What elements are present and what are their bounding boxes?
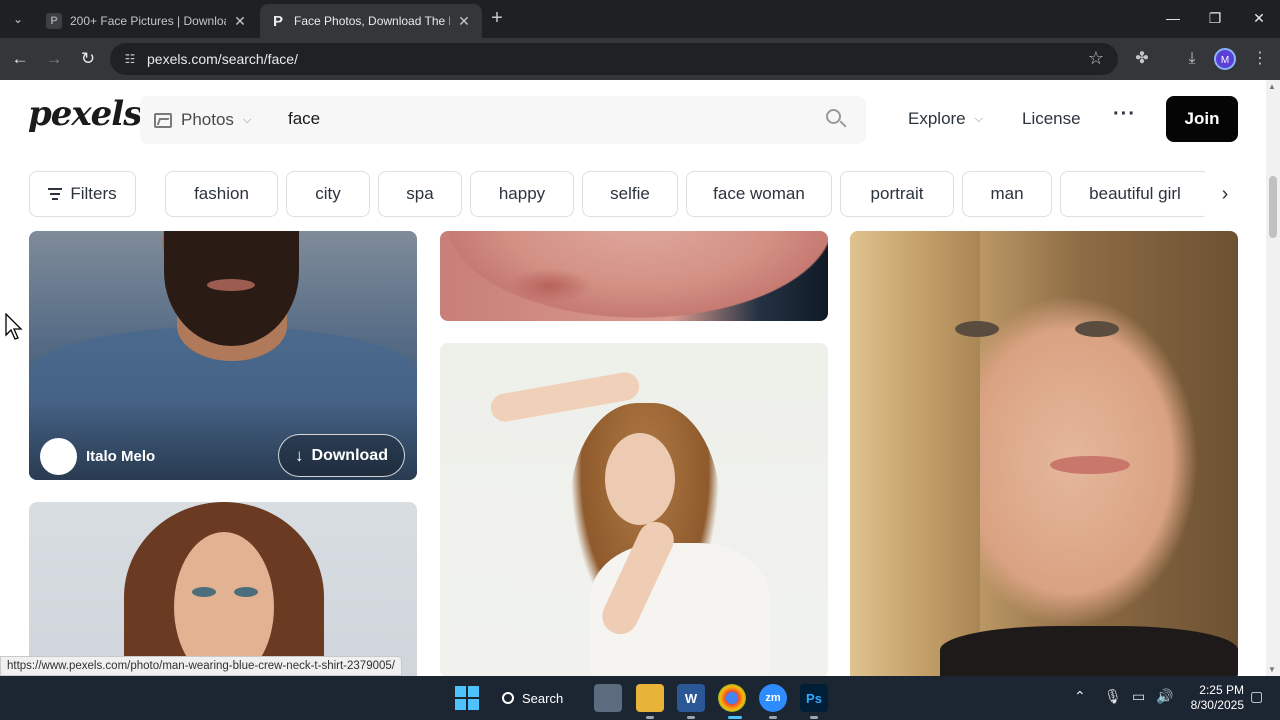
- chevron-down-icon: ⌵: [974, 112, 983, 125]
- system-clock[interactable]: 2:25 PM 8/30/2025: [1184, 683, 1244, 713]
- clock-date: 8/30/2025: [1190, 698, 1244, 712]
- tray-chevron-up-icon[interactable]: ⌃: [1074, 688, 1086, 705]
- search-type-dropdown[interactable]: Photos ⌵: [154, 96, 251, 144]
- explore-menu[interactable]: Explore ⌵: [908, 109, 983, 129]
- restore-icon[interactable]: ❐: [1200, 6, 1230, 30]
- close-tab-icon[interactable]: ✕: [456, 13, 472, 29]
- join-button[interactable]: Join: [1166, 96, 1238, 142]
- filters-label: Filters: [70, 184, 117, 203]
- close-window-icon[interactable]: ✕: [1244, 6, 1274, 30]
- minimize-icon[interactable]: —: [1158, 6, 1188, 30]
- tab-inactive[interactable]: P 200+ Face Pictures | Download ✕: [36, 4, 258, 38]
- tag-selfie[interactable]: selfie: [582, 171, 678, 217]
- tag-fashion[interactable]: fashion: [165, 171, 278, 217]
- windows-start-icon[interactable]: [455, 686, 479, 710]
- site-info-icon[interactable]: ☷: [122, 51, 138, 67]
- mouse-cursor-icon: [5, 313, 23, 340]
- chrome-icon[interactable]: [718, 684, 746, 712]
- address-bar[interactable]: ☷ pexels.com/search/face/ ☆: [110, 43, 1118, 75]
- forward-arrow-icon[interactable]: →: [42, 47, 66, 71]
- search-bar[interactable]: Photos ⌵ face: [140, 96, 866, 144]
- download-arrow-icon: ↓: [295, 445, 304, 465]
- url-text: pexels.com/search/face/: [147, 51, 298, 67]
- pexels-favicon-icon: P: [272, 12, 283, 30]
- browser-tab-strip: ⌄ P 200+ Face Pictures | Download ✕ P Fa…: [0, 0, 1280, 38]
- tag-beautiful-girl[interactable]: beautiful girl: [1060, 171, 1205, 217]
- photoshop-icon[interactable]: Ps: [800, 684, 828, 712]
- tag-spa[interactable]: spa: [378, 171, 462, 217]
- tag-man[interactable]: man: [962, 171, 1052, 217]
- taskbar-search[interactable]: Search: [502, 686, 563, 710]
- windows-taskbar: Search W zm Ps ⌃ 🎙 ▭ 🔊 2:25 PM 8/30/2025…: [0, 676, 1280, 720]
- clock-time: 2:25 PM: [1199, 683, 1244, 697]
- browser-toolbar: ← → ↻ ☷ pexels.com/search/face/ ☆ ✤ ⤓ ⋮: [0, 38, 1280, 80]
- profile-avatar[interactable]: M: [1214, 48, 1236, 70]
- license-link[interactable]: License: [1022, 109, 1081, 129]
- tab-title: 200+ Face Pictures | Download: [70, 14, 226, 28]
- zoom-icon[interactable]: zm: [759, 684, 787, 712]
- chevron-down-icon: ⌵: [242, 113, 252, 126]
- volume-icon[interactable]: 🔊: [1156, 688, 1173, 705]
- more-options-icon[interactable]: ···: [1113, 103, 1136, 126]
- taskbar-search-label: Search: [522, 690, 564, 706]
- photo-card[interactable]: [850, 231, 1238, 676]
- scroll-up-icon[interactable]: ▲: [1268, 82, 1276, 91]
- photo-card[interactable]: [440, 231, 828, 321]
- author-name[interactable]: Italo Melo: [86, 448, 155, 465]
- image-icon: [154, 112, 172, 128]
- close-tab-icon[interactable]: ✕: [232, 13, 248, 29]
- explore-label: Explore: [908, 109, 966, 128]
- task-view-icon[interactable]: [594, 684, 622, 712]
- filter-icon: [48, 188, 63, 200]
- tab-search-chevron-icon[interactable]: ⌄: [6, 7, 30, 31]
- photo-card[interactable]: [440, 343, 828, 676]
- tag-city[interactable]: city: [286, 171, 370, 217]
- network-icon[interactable]: ▭: [1132, 688, 1145, 705]
- photo-card[interactable]: Italo Melo ↓ Download: [29, 231, 417, 480]
- file-explorer-icon[interactable]: [636, 684, 664, 712]
- pexels-favicon-icon: P: [46, 13, 62, 29]
- tag-portrait[interactable]: portrait: [840, 171, 954, 217]
- page-scrollbar[interactable]: ▲ ▼: [1266, 80, 1280, 676]
- download-label: Download: [311, 446, 388, 464]
- tag-face-woman[interactable]: face woman: [686, 171, 832, 217]
- author-avatar[interactable]: [40, 438, 77, 475]
- word-icon[interactable]: W: [677, 684, 705, 712]
- pexels-logo[interactable]: pexels: [28, 94, 142, 134]
- filters-button[interactable]: Filters: [29, 171, 136, 217]
- related-tags: fashion city spa happy selfie face woman…: [165, 171, 1205, 217]
- notification-bell-icon[interactable]: ▢: [1250, 688, 1263, 705]
- extensions-puzzle-icon[interactable]: ✤: [1130, 47, 1154, 71]
- pexels-page: pexels Photos ⌵ face Explore ⌵ License ·…: [0, 80, 1266, 676]
- tab-active[interactable]: P Face Photos, Download The BE ✕: [260, 4, 482, 38]
- new-tab-plus-icon[interactable]: +: [486, 8, 508, 30]
- search-input[interactable]: face: [288, 109, 320, 129]
- bookmark-star-icon[interactable]: ☆: [1088, 48, 1104, 69]
- tab-title: Face Photos, Download The BE: [294, 14, 450, 28]
- downloads-icon[interactable]: ⤓: [1180, 47, 1204, 71]
- chevron-right-icon[interactable]: ›: [1212, 181, 1238, 207]
- back-arrow-icon[interactable]: ←: [8, 47, 32, 71]
- chrome-menu-icon[interactable]: ⋮: [1248, 47, 1272, 71]
- reload-icon[interactable]: ↻: [76, 47, 100, 71]
- link-status-bubble: https://www.pexels.com/photo/man-wearing…: [0, 656, 402, 676]
- photo-card[interactable]: [29, 502, 417, 676]
- scrollbar-thumb[interactable]: [1269, 176, 1277, 238]
- microphone-icon[interactable]: 🎙: [1104, 688, 1122, 705]
- download-button[interactable]: ↓ Download: [278, 434, 405, 477]
- search-icon[interactable]: [826, 109, 848, 131]
- search-type-label: Photos: [181, 110, 234, 129]
- tag-happy[interactable]: happy: [470, 171, 574, 217]
- scroll-down-icon[interactable]: ▼: [1268, 665, 1276, 674]
- search-icon: [502, 692, 514, 704]
